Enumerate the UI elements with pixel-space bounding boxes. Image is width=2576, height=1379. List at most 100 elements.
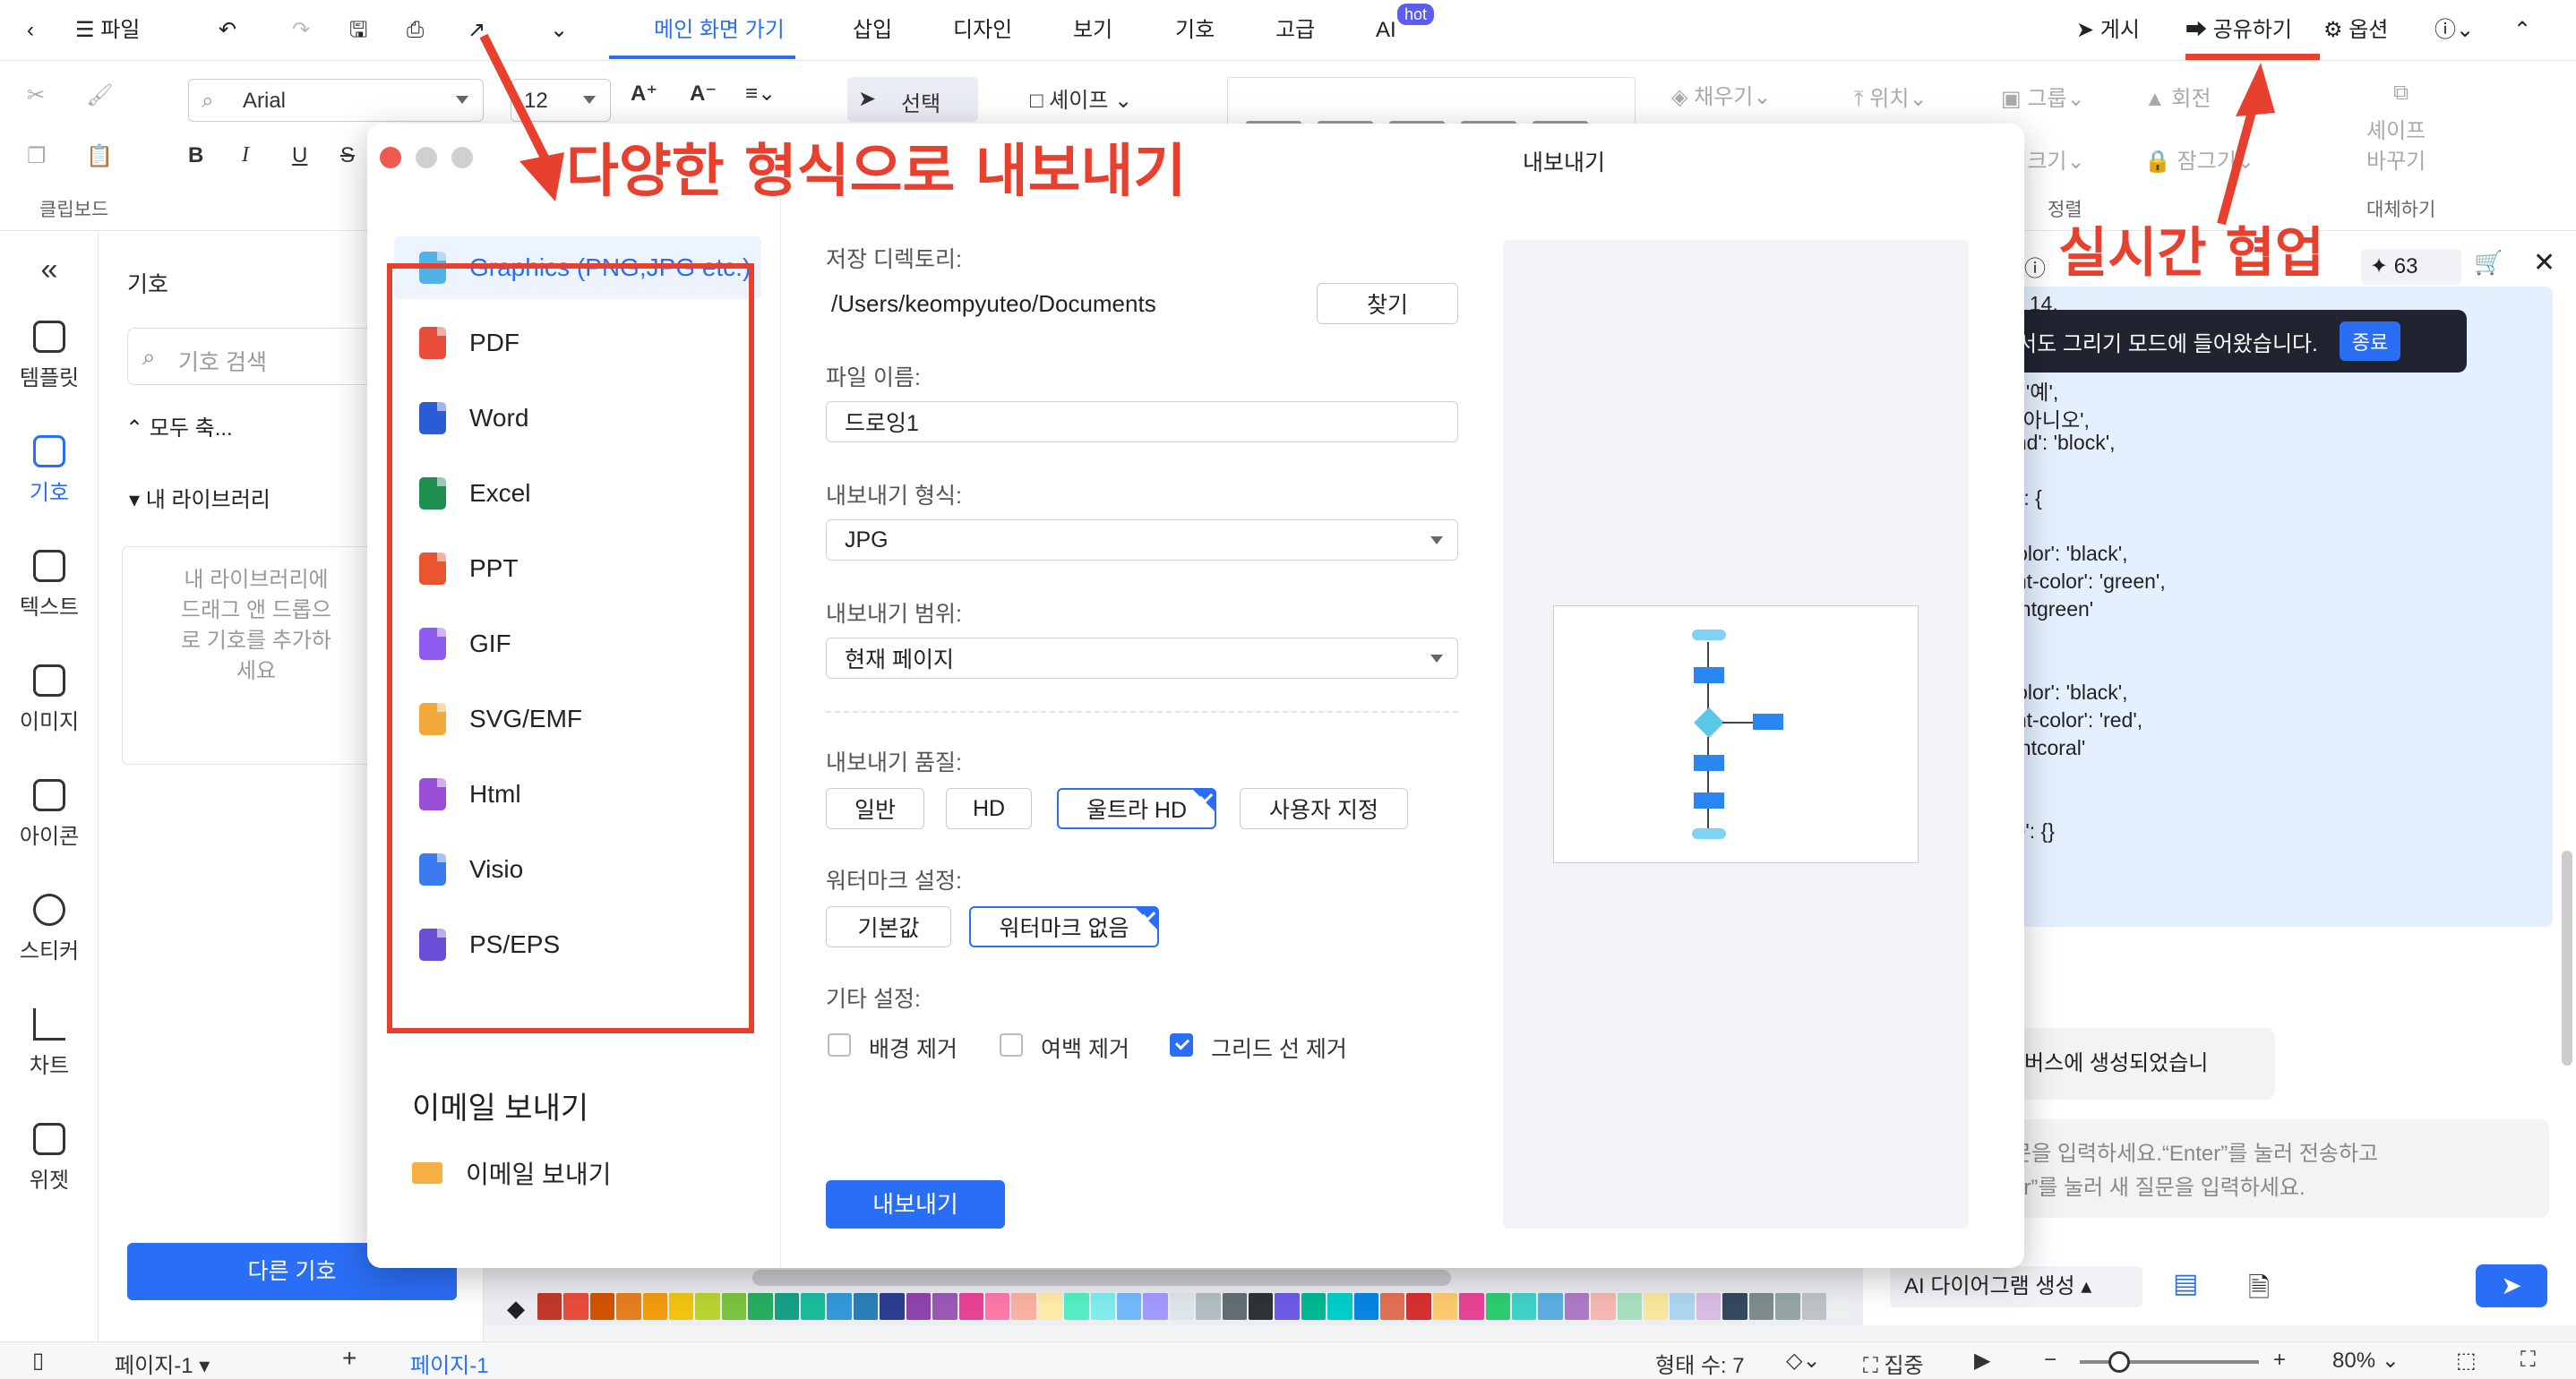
- remove-grid-checkbox[interactable]: [1170, 1033, 1193, 1057]
- nav-chart[interactable]: 차트: [0, 1008, 99, 1079]
- color-swatch[interactable]: [1196, 1293, 1221, 1320]
- quality-hd[interactable]: HD: [946, 788, 1032, 829]
- nav-widget[interactable]: 위젯: [0, 1123, 99, 1194]
- color-swatch[interactable]: [1064, 1293, 1089, 1320]
- ai-diagram-dropdown[interactable]: AI 다이어그램 생성 ▴: [1890, 1266, 2142, 1307]
- export-button[interactable]: 내보내기: [826, 1180, 1005, 1229]
- color-swatch[interactable]: [1564, 1293, 1590, 1320]
- quality-custom[interactable]: 사용자 지정: [1240, 788, 1408, 829]
- color-swatch[interactable]: [748, 1293, 773, 1320]
- document-icon[interactable]: 🗎: [2248, 1268, 2270, 1314]
- select-tool-button[interactable]: ➤ 선택: [847, 77, 978, 122]
- color-swatch[interactable]: [1801, 1293, 1826, 1320]
- zoom-out-icon[interactable]: −: [2044, 1348, 2057, 1373]
- color-swatch[interactable]: [1775, 1293, 1800, 1320]
- zoom-in-icon[interactable]: +: [2273, 1348, 2286, 1373]
- range-select[interactable]: 현재 페이지: [826, 638, 1458, 679]
- color-swatch[interactable]: [1485, 1293, 1511, 1320]
- decrease-font-icon[interactable]: A⁻: [690, 81, 717, 107]
- tab-ai[interactable]: AI: [1376, 13, 1396, 48]
- options-button[interactable]: ⚙ 옵션: [2323, 13, 2388, 48]
- color-swatch[interactable]: [1169, 1293, 1195, 1320]
- watermark-default[interactable]: 기본값: [826, 906, 951, 947]
- color-swatch[interactable]: [1748, 1293, 1774, 1320]
- color-swatch[interactable]: [616, 1293, 641, 1320]
- color-swatch[interactable]: [1011, 1293, 1036, 1320]
- fullscreen-icon[interactable]: ⛶: [2520, 1348, 2536, 1373]
- color-swatch[interactable]: [827, 1293, 852, 1320]
- color-swatch[interactable]: [1591, 1293, 1616, 1320]
- replace-shape-icon[interactable]: ⧉: [2393, 81, 2409, 106]
- add-page-icon[interactable]: +: [342, 1344, 356, 1373]
- position-button[interactable]: ⤒ 위치⌄: [1854, 81, 1928, 112]
- window-minimize-button[interactable]: [416, 147, 437, 168]
- redo-icon[interactable]: ↷: [292, 13, 310, 48]
- my-library-toggle[interactable]: ▾ 내 라이브러리: [129, 482, 270, 513]
- color-swatch[interactable]: [1696, 1293, 1722, 1320]
- credits-badge[interactable]: ✦ 63: [2361, 249, 2461, 285]
- color-swatch[interactable]: [1275, 1293, 1300, 1320]
- paste-icon[interactable]: 📋: [86, 143, 113, 169]
- increase-font-icon[interactable]: A⁺: [631, 81, 657, 107]
- color-swatch[interactable]: [1827, 1293, 1853, 1320]
- horizontal-scrollbar[interactable]: [752, 1270, 1451, 1286]
- cart-icon[interactable]: 🛒: [2474, 249, 2503, 277]
- color-swatch[interactable]: [1353, 1293, 1378, 1320]
- nav-sticker[interactable]: 스티커: [0, 894, 99, 964]
- color-swatch[interactable]: [1222, 1293, 1247, 1320]
- layers-icon[interactable]: ◇⌄: [1786, 1348, 1821, 1374]
- color-swatch[interactable]: [1248, 1293, 1274, 1320]
- color-swatch[interactable]: [1512, 1293, 1537, 1320]
- color-swatch[interactable]: [958, 1293, 983, 1320]
- color-swatch[interactable]: [1037, 1293, 1063, 1320]
- nav-symbol[interactable]: 기호: [0, 435, 99, 506]
- tab-design[interactable]: 디자인: [953, 13, 1012, 48]
- color-swatch[interactable]: [1459, 1293, 1484, 1320]
- library-drop-zone[interactable]: 내 라이브러리에 드래그 앤 드롭으 로 기호를 추가하 세요: [122, 546, 391, 765]
- format-painter-icon[interactable]: 🖌: [86, 82, 113, 108]
- panel-scrollbar[interactable]: [2562, 851, 2572, 1066]
- chat-input[interactable]: 문을 입력하세요.“Enter”를 눌러 전송하고 er”를 눌러 새 질문을 …: [1967, 1119, 2549, 1218]
- color-swatch[interactable]: [695, 1293, 720, 1320]
- nav-image[interactable]: 이미지: [0, 664, 99, 735]
- color-swatch[interactable]: [984, 1293, 1010, 1320]
- zoom-slider[interactable]: [2080, 1360, 2259, 1364]
- nav-template[interactable]: 템플릿: [0, 321, 99, 391]
- group-button[interactable]: ▣ 그룹⌄: [2001, 81, 2085, 112]
- color-swatch[interactable]: [1644, 1293, 1669, 1320]
- color-swatch[interactable]: [932, 1293, 957, 1320]
- zoom-level[interactable]: 80% ⌄: [2332, 1348, 2400, 1374]
- play-icon[interactable]: ▶: [1974, 1348, 1990, 1374]
- collapse-sidebar-icon[interactable]: «: [0, 253, 99, 287]
- color-swatch[interactable]: [853, 1293, 879, 1320]
- help-icon[interactable]: ⓘ: [2024, 251, 2046, 282]
- color-swatch[interactable]: [1406, 1293, 1431, 1320]
- replace-shape-label-2[interactable]: 바꾸기: [2366, 143, 2426, 175]
- page-select[interactable]: 페이지-1 ▾: [115, 1348, 210, 1379]
- file-menu[interactable]: ☰ 파일: [75, 13, 140, 48]
- nav-icon[interactable]: 아이콘: [0, 779, 99, 850]
- fill-bucket-icon[interactable]: ◆: [507, 1295, 525, 1323]
- undo-icon[interactable]: ↶: [219, 13, 236, 48]
- watermark-none[interactable]: 워터마크 없음: [969, 906, 1159, 947]
- fill-button[interactable]: ◈ 채우기⌄: [1671, 79, 1771, 110]
- color-swatch[interactable]: [1327, 1293, 1352, 1320]
- quality-ultra-hd[interactable]: 울트라 HD: [1057, 788, 1216, 829]
- color-swatch[interactable]: [1116, 1293, 1142, 1320]
- color-swatch[interactable]: [721, 1293, 747, 1320]
- color-swatch[interactable]: [1432, 1293, 1458, 1320]
- collapse-all-button[interactable]: ⌃ 모두 축...: [125, 410, 233, 441]
- color-swatch[interactable]: [1722, 1293, 1747, 1320]
- tab-insert[interactable]: 삽입: [853, 13, 892, 48]
- color-swatch[interactable]: [774, 1293, 800, 1320]
- page-layout-icon[interactable]: ▯: [32, 1348, 44, 1374]
- color-swatch[interactable]: [906, 1293, 932, 1320]
- send-button[interactable]: ➤: [2476, 1264, 2547, 1307]
- tab-view[interactable]: 보기: [1073, 13, 1112, 48]
- color-swatch[interactable]: [1143, 1293, 1168, 1320]
- page-tab[interactable]: 페이지-1: [410, 1348, 489, 1379]
- align-icon[interactable]: ≡⌄: [745, 81, 776, 107]
- focus-button[interactable]: ⛶ 집중: [1863, 1348, 1924, 1379]
- copy-icon[interactable]: ❐: [27, 143, 47, 169]
- color-swatch[interactable]: [1301, 1293, 1327, 1320]
